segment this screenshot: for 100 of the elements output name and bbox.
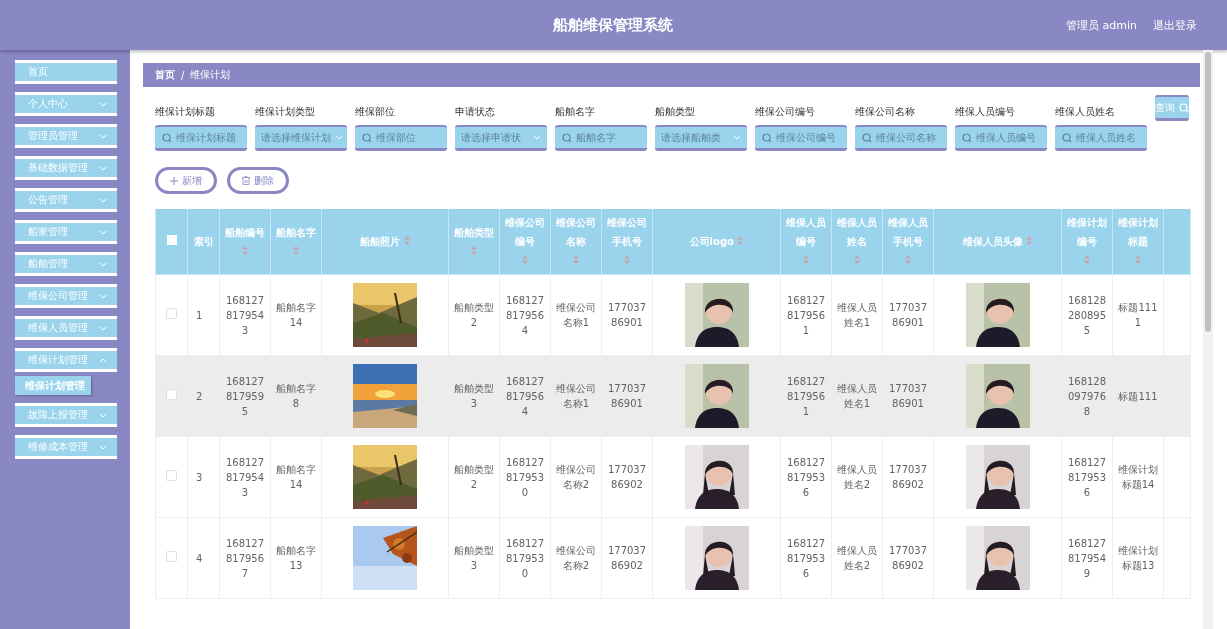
table-cell: 维保计划标题14: [1118, 464, 1158, 490]
sort-icon[interactable]: [573, 255, 579, 264]
trash-icon: [242, 176, 250, 185]
row-checkbox[interactable]: [166, 469, 177, 481]
sort-icon[interactable]: [737, 236, 744, 246]
table-cell: 1681282808955: [1067, 294, 1107, 336]
sidebar-item[interactable]: 管理员管理: [15, 124, 117, 148]
sort-icon[interactable]: [471, 245, 477, 255]
search-icon: [1062, 133, 1072, 143]
sidebar-item[interactable]: 个人中心: [15, 92, 117, 116]
sidebar-item[interactable]: 船家管理: [15, 220, 117, 244]
search-icon: [562, 133, 572, 143]
sort-icon[interactable]: [1026, 236, 1033, 246]
chevron-down-icon: [733, 135, 741, 140]
table-cell: 1681278179530: [505, 537, 545, 579]
row-checkbox[interactable]: [166, 307, 177, 319]
search-field[interactable]: 船舶名字: [555, 125, 647, 151]
user-label: 管理员 admin: [1066, 17, 1137, 33]
chevron-down-icon: [99, 197, 107, 203]
table-cell: 船舶名字14: [276, 302, 316, 328]
sidebar-item[interactable]: 公告管理: [15, 188, 117, 212]
scrollbar[interactable]: [1203, 50, 1213, 629]
table-cell: 1681278179595: [225, 375, 265, 417]
sidebar-item[interactable]: 首页: [15, 60, 117, 84]
sort-icon[interactable]: [522, 255, 528, 264]
table-cell: 船舶类型3: [454, 383, 494, 409]
column-header[interactable]: 公司logo: [689, 232, 734, 252]
table-cell: 维保人员姓名2: [837, 464, 877, 490]
sidebar-item[interactable]: 基础数据管理: [15, 156, 117, 180]
filter-label: 维保计划标题: [155, 105, 216, 119]
sort-icon[interactable]: [1084, 255, 1090, 264]
table-cell: 维保人员姓名1: [837, 302, 877, 328]
table-cell: 17703786901: [607, 383, 647, 409]
table-cell: 1681278179561: [786, 375, 826, 417]
search-icon: [1179, 102, 1189, 113]
column-header[interactable]: 维保人员头像: [962, 232, 1023, 252]
chevron-down-icon: [99, 261, 107, 267]
search-field[interactable]: 维保公司编号: [755, 125, 847, 151]
select-field[interactable]: 请选择船舶类: [655, 125, 747, 151]
search-icon: [862, 133, 872, 143]
chevron-down-icon: [99, 444, 107, 450]
filter-label: 维保计划类型: [255, 105, 316, 119]
search-field[interactable]: 维保人员编号: [955, 125, 1047, 151]
table-cell: 1681278179543: [225, 456, 265, 498]
chevron-down-icon: [99, 325, 107, 331]
column-header[interactable]: 船舶照片: [360, 232, 401, 252]
delete-button[interactable]: 删除: [227, 167, 289, 194]
logout-link[interactable]: 退出登录: [1153, 17, 1197, 33]
search-icon: [762, 133, 772, 143]
table-cell: 维保计划标题13: [1118, 545, 1158, 571]
search-field[interactable]: 维保公司名称: [855, 125, 947, 151]
sidebar-item[interactable]: 船舶管理: [15, 252, 117, 276]
chevron-down-icon: [335, 135, 343, 140]
row-index: 4: [196, 552, 203, 564]
sidebar-item[interactable]: 维保公司管理: [15, 284, 117, 308]
sort-icon[interactable]: [854, 255, 860, 264]
breadcrumb-item[interactable]: 首页: [155, 68, 175, 82]
filter-label: 船舶类型: [655, 105, 696, 119]
sort-icon[interactable]: [624, 255, 630, 264]
table-cell: 标题111: [1118, 390, 1158, 402]
row-checkbox[interactable]: [166, 388, 177, 400]
table-cell: 17703786901: [607, 302, 647, 328]
sort-icon[interactable]: [403, 236, 410, 246]
table-cell: 1681278179536: [786, 537, 826, 579]
sidebar-item[interactable]: 故障上报管理: [15, 403, 117, 427]
chevron-down-icon: [99, 133, 107, 139]
breadcrumb-item[interactable]: 维保计划: [190, 68, 231, 82]
search-field[interactable]: 维保部位: [355, 125, 447, 151]
sidebar-item[interactable]: 维修成本管理: [15, 435, 117, 459]
chevron-down-icon: [99, 293, 107, 299]
select-all-checkbox[interactable]: [166, 235, 177, 245]
table-cell: 维保人员姓名1: [837, 383, 877, 409]
sort-icon[interactable]: [905, 255, 911, 264]
table-cell: 1681278179567: [225, 537, 265, 579]
sort-icon[interactable]: [1135, 255, 1141, 264]
filter-label: 维保人员姓名: [1055, 105, 1116, 119]
row-checkbox[interactable]: [166, 550, 177, 562]
filter-label: 维保公司名称: [855, 105, 916, 119]
table-cell: 1681278179530: [505, 456, 545, 498]
sort-icon[interactable]: [293, 245, 299, 255]
chevron-down-icon: [99, 412, 107, 418]
search-field[interactable]: 维保计划标题: [155, 125, 247, 151]
sidebar-item[interactable]: 维保人员管理: [15, 316, 117, 340]
row-index: 1: [196, 309, 203, 321]
filter-label: 维保人员编号: [955, 105, 1016, 119]
submenu-item[interactable]: 维保计划管理: [15, 376, 91, 395]
select-field[interactable]: 请选择维保计划: [255, 125, 347, 151]
add-button[interactable]: 新增: [155, 167, 217, 194]
sort-icon[interactable]: [803, 255, 809, 264]
chevron-down-icon: [99, 101, 107, 107]
search-field[interactable]: 维保人员姓名: [1055, 125, 1147, 151]
select-field[interactable]: 请选择申请状: [455, 125, 547, 151]
sidebar-item[interactable]: 维保计划管理: [15, 348, 117, 372]
table-cell: 船舶类型2: [454, 302, 494, 328]
table-cell: 17703786901: [888, 302, 928, 328]
table-cell: 1681278179536: [786, 456, 826, 498]
search-button[interactable]: 查询: [1155, 95, 1189, 121]
table-cell: 维保公司名称2: [556, 464, 596, 490]
sort-icon[interactable]: [242, 245, 248, 255]
table-cell: 17703786902: [888, 464, 928, 490]
